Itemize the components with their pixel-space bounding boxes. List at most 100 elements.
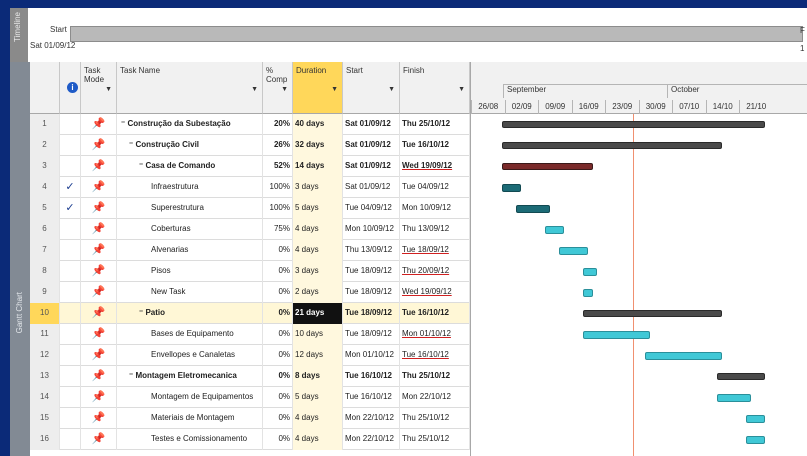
finish-cell[interactable]: Thu 25/10/12: [400, 366, 470, 387]
duration-cell[interactable]: 3 days: [293, 177, 343, 198]
row-id[interactable]: 4: [30, 177, 60, 198]
duration-cell[interactable]: 10 days: [293, 324, 343, 345]
finish-cell[interactable]: Tue 04/09/12: [400, 177, 470, 198]
start-cell[interactable]: Mon 10/09/12: [343, 219, 400, 240]
duration-cell[interactable]: 5 days: [293, 198, 343, 219]
task-name-cell[interactable]: ⁻ Casa de Comando: [117, 156, 263, 177]
task-mode-cell[interactable]: 📌: [81, 135, 117, 156]
table-row[interactable]: 12 📌 Envellopes e Canaletas 0% 12 days Mon 01…: [30, 345, 470, 366]
task-name-cell[interactable]: Montagem de Equipamentos: [117, 387, 263, 408]
task-mode-cell[interactable]: 📌: [81, 156, 117, 177]
col-header-finish[interactable]: Finish ▼: [400, 62, 470, 114]
table-row[interactable]: 13 📌 ⁻ Montagem Eletromecanica 0% 8 days Tue …: [30, 366, 470, 387]
task-mode-cell[interactable]: 📌: [81, 429, 117, 450]
finish-cell[interactable]: Tue 18/09/12: [400, 240, 470, 261]
task-bar[interactable]: [583, 289, 593, 297]
table-row[interactable]: 14 📌 Montagem de Equipamentos 0% 5 days Tue 1…: [30, 387, 470, 408]
finish-cell[interactable]: Thu 25/10/12: [400, 429, 470, 450]
row-id[interactable]: 5: [30, 198, 60, 219]
task-name-cell[interactable]: ⁻ Construção da Subestação: [117, 114, 263, 135]
finish-cell[interactable]: Tue 16/10/12: [400, 345, 470, 366]
finish-cell[interactable]: Thu 13/09/12: [400, 219, 470, 240]
task-mode-cell[interactable]: 📌: [81, 387, 117, 408]
summary-bar[interactable]: [501, 142, 722, 149]
row-id[interactable]: 6: [30, 219, 60, 240]
table-row[interactable]: 8 📌 Pisos 0% 3 days Tue 18/09/12 Thu 20/09/12: [30, 261, 470, 282]
start-cell[interactable]: Sat 01/09/12: [343, 177, 400, 198]
col-header-start[interactable]: Start ▼: [343, 62, 400, 114]
start-cell[interactable]: Mon 22/10/12: [343, 408, 400, 429]
task-bar[interactable]: [645, 352, 722, 360]
duration-cell[interactable]: 4 days: [293, 219, 343, 240]
duration-cell[interactable]: 21 days: [293, 303, 343, 324]
start-cell[interactable]: Tue 04/09/12: [343, 198, 400, 219]
chevron-down-icon[interactable]: ▼: [281, 86, 288, 93]
pct-complete-cell[interactable]: 0%: [263, 324, 293, 345]
finish-cell[interactable]: Wed 19/09/12: [400, 156, 470, 177]
start-cell[interactable]: Mon 22/10/12: [343, 429, 400, 450]
finish-cell[interactable]: Thu 25/10/12: [400, 408, 470, 429]
finish-cell[interactable]: Tue 16/10/12: [400, 303, 470, 324]
col-header-task-mode[interactable]: Task Mode ▼: [81, 62, 117, 114]
row-id[interactable]: 1: [30, 114, 60, 135]
start-cell[interactable]: Mon 01/10/12: [343, 345, 400, 366]
task-mode-cell[interactable]: 📌: [81, 219, 117, 240]
task-bar[interactable]: [544, 226, 564, 234]
row-id[interactable]: 9: [30, 282, 60, 303]
row-id[interactable]: 8: [30, 261, 60, 282]
chevron-down-icon[interactable]: ▼: [251, 86, 258, 93]
pct-complete-cell[interactable]: 0%: [263, 261, 293, 282]
pct-complete-cell[interactable]: 75%: [263, 219, 293, 240]
start-cell[interactable]: Tue 18/09/12: [343, 282, 400, 303]
finish-cell[interactable]: Thu 20/09/12: [400, 261, 470, 282]
table-row[interactable]: 7 📌 Alvenarias 0% 4 days Thu 13/09/12 Tue 18/0…: [30, 240, 470, 261]
summary-bar[interactable]: [501, 163, 593, 170]
row-id[interactable]: 12: [30, 345, 60, 366]
finish-cell[interactable]: Thu 25/10/12: [400, 114, 470, 135]
task-name-cell[interactable]: Envellopes e Canaletas: [117, 345, 263, 366]
duration-cell[interactable]: 3 days: [293, 261, 343, 282]
task-mode-cell[interactable]: 📌: [81, 366, 117, 387]
pct-complete-cell[interactable]: 0%: [263, 366, 293, 387]
col-header-indicators[interactable]: i: [60, 62, 81, 114]
finish-cell[interactable]: Mon 01/10/12: [400, 324, 470, 345]
row-id[interactable]: 11: [30, 324, 60, 345]
task-name-cell[interactable]: Coberturas: [117, 219, 263, 240]
task-mode-cell[interactable]: 📌: [81, 282, 117, 303]
task-mode-cell[interactable]: 📌: [81, 114, 117, 135]
table-row[interactable]: 4 ✓ 📌 Infraestrutura 100% 3 days Sat 01/09/12 T…: [30, 177, 470, 198]
col-header-task-name[interactable]: Task Name ▼: [117, 62, 263, 114]
pct-complete-cell[interactable]: 0%: [263, 429, 293, 450]
row-id[interactable]: 7: [30, 240, 60, 261]
duration-cell[interactable]: 4 days: [293, 408, 343, 429]
duration-cell[interactable]: 12 days: [293, 345, 343, 366]
task-mode-cell[interactable]: 📌: [81, 261, 117, 282]
table-row[interactable]: 3 📌 ⁻ Casa de Comando 52% 14 days Sat 01/09/1…: [30, 156, 470, 177]
task-bar[interactable]: [745, 436, 765, 444]
row-id[interactable]: 2: [30, 135, 60, 156]
task-mode-cell[interactable]: 📌: [81, 345, 117, 366]
table-row[interactable]: 15 📌 Materiais de Montagem 0% 4 days Mon 22/1…: [30, 408, 470, 429]
chevron-down-icon[interactable]: ▼: [458, 86, 465, 93]
summary-bar[interactable]: [501, 121, 765, 128]
table-row[interactable]: 5 ✓ 📌 Superestrutura 100% 5 days Tue 04/09/12 M…: [30, 198, 470, 219]
finish-cell[interactable]: Tue 16/10/12: [400, 135, 470, 156]
task-name-cell[interactable]: New Task: [117, 282, 263, 303]
row-id[interactable]: 3: [30, 156, 60, 177]
duration-cell[interactable]: 2 days: [293, 282, 343, 303]
chevron-down-icon[interactable]: ▼: [105, 86, 112, 93]
pct-complete-cell[interactable]: 0%: [263, 303, 293, 324]
timeline-bar[interactable]: [70, 26, 803, 42]
start-cell[interactable]: Tue 16/10/12: [343, 366, 400, 387]
task-bar[interactable]: [745, 415, 765, 423]
task-mode-cell[interactable]: 📌: [81, 324, 117, 345]
chevron-down-icon[interactable]: ▼: [331, 86, 338, 93]
table-row[interactable]: 1 📌 ⁻ Construção da Subestação 20% 40 days Sa…: [30, 114, 470, 135]
task-name-cell[interactable]: Pisos: [117, 261, 263, 282]
finish-cell[interactable]: Mon 10/09/12: [400, 198, 470, 219]
row-id[interactable]: 14: [30, 387, 60, 408]
row-id[interactable]: 15: [30, 408, 60, 429]
row-id[interactable]: 16: [30, 429, 60, 450]
task-bar[interactable]: [583, 331, 651, 339]
start-cell[interactable]: Tue 18/09/12: [343, 261, 400, 282]
